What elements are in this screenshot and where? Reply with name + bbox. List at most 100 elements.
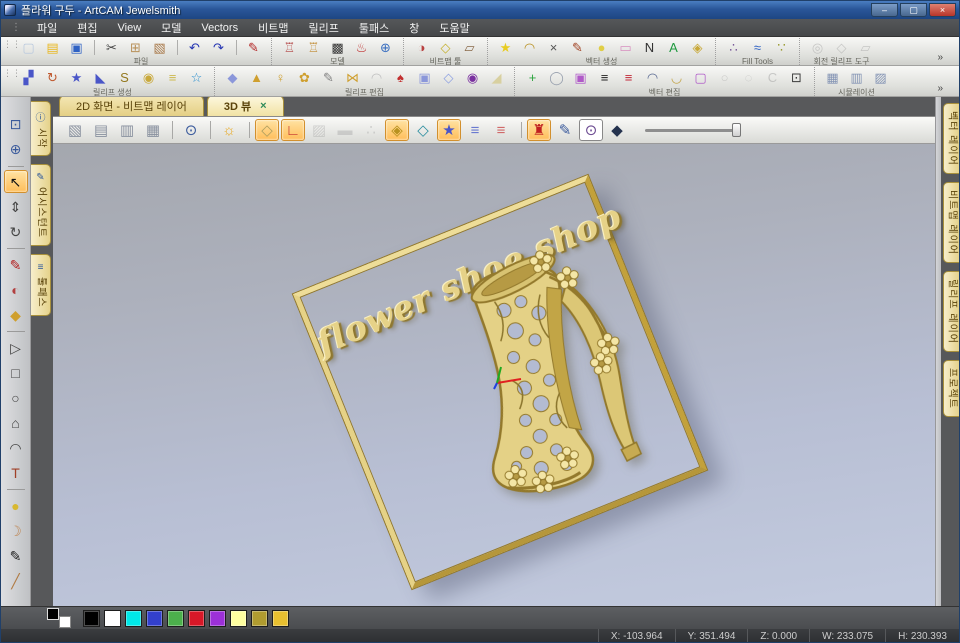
wand-vector-button[interactable]: ★ — [494, 38, 517, 57]
plane-color-button[interactable]: ◇ — [411, 119, 435, 141]
emboss-frame-button[interactable]: ▣ — [569, 67, 592, 88]
polygon-tool[interactable]: ⌂ — [4, 411, 28, 434]
brush-preview-button[interactable]: ✎ — [553, 119, 577, 141]
shell-tool[interactable]: ☽ — [4, 519, 28, 542]
dome-relief-button[interactable]: ◠ — [365, 67, 388, 88]
star-overlay-button[interactable]: ★ — [437, 119, 461, 141]
laser-scan-button[interactable]: ♨ — [350, 38, 373, 57]
palette-swatch[interactable] — [167, 609, 184, 627]
tab-vector-layers[interactable]: 벡터 레이어 — [943, 103, 959, 174]
menu-item[interactable]: 릴리프 — [298, 19, 348, 37]
spin-relief-button[interactable]: S — [113, 67, 136, 88]
select-tool[interactable]: ↖ — [3, 166, 28, 193]
sphere-model-button[interactable]: ⊕ — [374, 38, 397, 57]
palette-swatch[interactable] — [188, 609, 205, 627]
slider-handle[interactable] — [732, 123, 741, 137]
tab-assistant[interactable]: ✎ 어시스턴트 — [31, 164, 51, 247]
offset-vector-button[interactable]: + — [521, 67, 544, 88]
palette-swatch[interactable] — [83, 609, 100, 627]
copy-button[interactable]: ⊞ — [124, 38, 147, 57]
rotary-relief-button[interactable]: ◎ — [806, 38, 829, 57]
cut-button[interactable]: ✂ — [94, 38, 123, 57]
maximize-button[interactable]: ▢ — [900, 3, 927, 17]
menu-item[interactable]: 비트맵 — [248, 19, 298, 37]
tab-start[interactable]: ⓘ 시작 — [31, 101, 51, 157]
primary-color-swatch[interactable] — [47, 608, 59, 620]
origin-toggle[interactable]: ∟ — [281, 119, 305, 141]
paint-sphere-tool[interactable]: ◐ — [4, 278, 28, 301]
3d-viewport[interactable]: flower shoe shop — [53, 144, 935, 606]
model-import-gold-button[interactable]: ♖ — [302, 38, 325, 57]
fill-flow-button[interactable]: ≈ — [746, 38, 769, 57]
cone-relief-button[interactable]: ▲ — [245, 67, 268, 88]
circle-tool[interactable]: ○ — [4, 386, 28, 409]
paint-tools-button[interactable]: ▱ — [458, 38, 481, 57]
paste-button[interactable]: ▧ — [148, 38, 171, 57]
tab-toolpaths[interactable]: ≡ 툴패스 — [31, 254, 51, 317]
relief-ghost-button[interactable]: ▨ — [307, 119, 331, 141]
arc-vector-button[interactable]: ◠ — [518, 38, 541, 57]
pillow-relief-button[interactable]: ▣ — [413, 67, 436, 88]
menu-item[interactable]: 도움말 — [429, 19, 479, 37]
tab-project[interactable]: 프로젝트 — [943, 359, 959, 417]
sweep-relief-button[interactable]: ↻ — [41, 67, 64, 88]
top-view-button[interactable]: ▦ — [141, 119, 165, 141]
blob-vector-button[interactable]: ● — [590, 38, 613, 57]
tilt-plane-button[interactable]: ◇ — [437, 67, 460, 88]
sparkle-relief-button[interactable]: ◉ — [461, 67, 484, 88]
notes-button[interactable]: ✎ — [236, 38, 265, 57]
fill-nodes-button[interactable]: ∵ — [770, 38, 793, 57]
side-view-button[interactable]: ▥ — [115, 119, 139, 141]
iso-view-button[interactable]: ▧ — [63, 119, 87, 141]
dashed-frame-button[interactable]: ▢ — [689, 67, 712, 88]
palette-swatch[interactable] — [146, 609, 163, 627]
arc-node-button[interactable]: ◠ — [641, 67, 664, 88]
node-edit-tool[interactable]: ▷ — [4, 331, 28, 359]
menu-item[interactable]: 파일 — [27, 19, 67, 37]
block-ghost-button[interactable]: ▬ — [333, 119, 357, 141]
menu-item[interactable]: Vectors — [191, 21, 248, 35]
tab-2d-view[interactable]: 2D 화면 - 비트맵 레이어 — [59, 95, 204, 116]
draft-plane-toggle[interactable]: ◇ — [249, 119, 279, 141]
tab-relief-layers[interactable]: 릴리프 레이어 — [943, 270, 959, 352]
tab-3d-view[interactable]: 3D 뷰 × — [206, 95, 284, 116]
weave-relief-button[interactable]: ◉ — [137, 67, 160, 88]
shading-slider[interactable] — [645, 122, 741, 138]
spinner-relief-button[interactable]: ⋈ — [341, 67, 364, 88]
palette-swatch[interactable] — [230, 609, 247, 627]
rectangle-tool[interactable]: □ — [4, 361, 28, 384]
new-model-button[interactable]: ▢ — [17, 38, 40, 57]
relief-wrap-button[interactable]: ◈ — [686, 38, 709, 57]
star-relief-button[interactable]: ★ — [65, 67, 88, 88]
model-import-red-button[interactable]: ♖ — [278, 38, 301, 57]
sculpt-relief-button[interactable]: ✎ — [317, 67, 340, 88]
ascii-import-button[interactable]: A — [662, 38, 685, 57]
hatch-vector-button[interactable]: ≡ — [593, 67, 616, 88]
wireframe-globe-tool[interactable]: ⊕ — [4, 137, 28, 160]
dashed-oval-button[interactable]: ◌ — [737, 67, 760, 88]
relief-eraser-button[interactable]: ◢ — [485, 67, 508, 88]
text-tool[interactable]: T — [4, 461, 28, 484]
open-contour-button[interactable]: C — [761, 67, 784, 88]
model-grayscale-button[interactable]: ▩ — [326, 38, 349, 57]
toolbar-overflow-chevron[interactable]: » — [935, 83, 945, 96]
bitmap-sculpt-button[interactable]: ◑ — [410, 38, 433, 57]
nesting-button[interactable]: N — [638, 38, 661, 57]
mushroom-relief-button[interactable]: ♠ — [389, 67, 412, 88]
toolbar-overflow-chevron[interactable]: » — [935, 52, 945, 65]
preview-dots-button[interactable]: ∴ — [359, 119, 383, 141]
show-relief-button[interactable]: ◈ — [385, 119, 409, 141]
menu-item[interactable]: 편집 — [67, 19, 107, 37]
smooth-relief-button[interactable]: ◆ — [221, 67, 244, 88]
blob-pair-button[interactable]: ◡ — [665, 67, 688, 88]
palette-swatch[interactable] — [125, 609, 142, 627]
simulate-relief-button[interactable]: ▥ — [845, 67, 868, 88]
arc-tool[interactable]: ◠ — [4, 436, 28, 459]
rotary-flat-button[interactable]: ▱ — [854, 38, 877, 57]
vector-eraser-button[interactable]: ▭ — [614, 38, 637, 57]
ghost-blob-button[interactable]: ○ — [713, 67, 736, 88]
gradient-shade-button[interactable]: ◆ — [605, 119, 629, 141]
palette-swatch[interactable] — [104, 609, 121, 627]
palette-swatch[interactable] — [272, 609, 289, 627]
fit-selection-button[interactable]: ⊡ — [785, 67, 808, 88]
